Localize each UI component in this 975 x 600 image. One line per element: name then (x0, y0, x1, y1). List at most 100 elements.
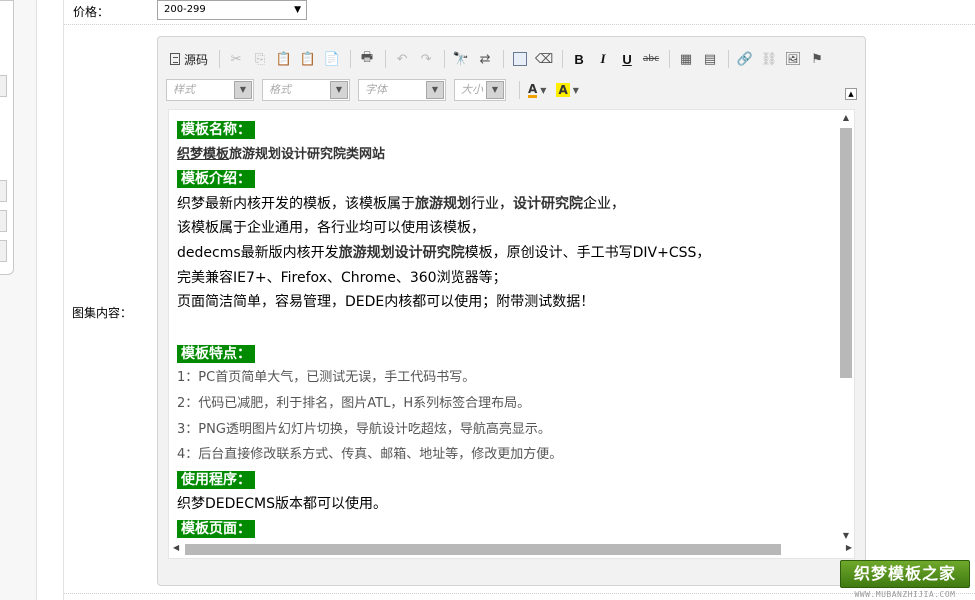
copy-icon[interactable]: ⎘ (249, 48, 271, 70)
intro-line-2: 该模板属于企业通用，各行业均可以使用该模板， (177, 220, 485, 237)
vertical-scrollbar[interactable]: ▲ ▼ (837, 110, 854, 542)
paste-text-icon[interactable]: 📋 (297, 48, 319, 70)
scroll-down-icon[interactable]: ▼ (840, 531, 852, 540)
chevron-down-icon: ▼ (540, 85, 547, 95)
horizontal-rule-icon[interactable]: ▤ (699, 48, 721, 70)
heading-template-pages: 模板页面： (177, 519, 255, 538)
intro-line-5: 页面简洁简单，容易管理，DEDE内核都可以使用；附带测试数据！ (177, 294, 595, 311)
toolbar-separator (350, 50, 352, 68)
font-select-placeholder: 字体 (365, 83, 387, 96)
underline-button[interactable]: U (616, 48, 638, 70)
editor-content-area[interactable]: 模板名称： 织梦模板旅游规划设计研究院类网站 模板介绍： 织梦最新内核开发的模板… (168, 109, 855, 559)
strikethrough-button[interactable]: abc (640, 48, 662, 70)
program-line: 织梦DEDECMS版本都可以使用。 (177, 496, 387, 513)
toolbar-separator (669, 50, 671, 68)
intro-line-3b: 旅游规划设计研究院 (338, 244, 465, 261)
bg-color-button[interactable]: A ▼ (553, 79, 581, 101)
image-icon[interactable]: 🖼 (782, 48, 804, 70)
scroll-left-icon[interactable]: ◀ (173, 543, 179, 552)
heading-template-features: 模板特点： (177, 344, 255, 363)
left-tab-3[interactable] (0, 210, 7, 232)
source-icon (170, 53, 180, 65)
intro-line-1d: 设计研究院 (513, 195, 583, 212)
column-divider (63, 0, 64, 600)
chevron-down-icon: ▼ (330, 81, 348, 99)
bg-color-icon: A (556, 83, 570, 97)
heading-template-name: 模板名称： (177, 121, 255, 139)
find-icon[interactable]: 🔭 (450, 48, 472, 70)
collapse-toolbar-button[interactable]: ▲ (845, 88, 857, 100)
bold-button[interactable]: B (568, 48, 590, 70)
horizontal-scrollbar[interactable]: ◀ ▶ (169, 540, 854, 558)
intro-line-1b: 旅游规划 (415, 195, 471, 212)
row-divider (64, 24, 975, 25)
link-icon[interactable]: 🔗 (734, 48, 756, 70)
redo-icon[interactable]: ↷ (415, 48, 437, 70)
left-panel (0, 0, 14, 275)
horizontal-scroll-thumb[interactable] (185, 544, 781, 555)
italic-button[interactable]: I (592, 48, 614, 70)
template-name-link[interactable]: 织梦模板 (177, 147, 229, 162)
text-color-button[interactable]: A ▼ (525, 79, 549, 101)
replace-icon[interactable]: ⇄ (474, 48, 496, 70)
gallery-content-label: 图集内容： (72, 306, 133, 320)
price-label: 价格： (73, 5, 110, 19)
font-select[interactable]: 字体 ▼ (358, 79, 446, 101)
source-button-label: 源码 (184, 52, 209, 67)
paste-word-icon[interactable]: 📄 (321, 48, 343, 70)
size-select[interactable]: 大小 ▼ (454, 79, 506, 101)
toolbar-separator (385, 50, 387, 68)
chevron-down-icon: ▼ (486, 81, 504, 99)
rich-text-editor: 源码 ✂ ⎘ 📋 📋 📄 🖶 ↶ ↷ 🔭 ⇄ ⌫ B I U abc ▦ ▤ 🔗… (157, 36, 866, 586)
price-select[interactable]: 200-299 ▼ (157, 0, 307, 20)
intro-line-3a: dedecms最新版内核开发 (177, 244, 339, 261)
toolbar-separator (219, 50, 221, 68)
watermark-logo: 织梦模板之家 (840, 560, 970, 588)
format-select-placeholder: 格式 (269, 83, 291, 96)
feature-line-1: 1：PC首页简单大气，已测试无误，手工代码书写。 (177, 370, 476, 386)
undo-icon[interactable]: ↶ (391, 48, 413, 70)
intro-line-4: 完美兼容IE7+、Firefox、Chrome、360浏览器等； (177, 269, 507, 286)
chevron-down-icon: ▼ (426, 81, 444, 99)
select-all-icon[interactable] (509, 48, 531, 70)
toolbar-separator (519, 81, 520, 99)
vertical-scroll-thumb[interactable] (840, 128, 852, 378)
style-select[interactable]: 样式 ▼ (166, 79, 254, 101)
unlink-icon[interactable]: ⛓ (758, 48, 780, 70)
editor-toolbar-row-2: 样式 ▼ 格式 ▼ 字体 ▼ 大小 ▼ A ▼ A ▼ (166, 77, 586, 103)
paste-icon[interactable]: 📋 (273, 48, 295, 70)
template-name-text: 旅游规划设计研究院类网站 (229, 146, 386, 162)
feature-line-4: 4：后台直接修改联系方式、传真、邮箱、地址等，修改更加方便。 (177, 447, 563, 463)
format-select[interactable]: 格式 ▼ (262, 79, 350, 101)
left-tab-4[interactable] (0, 240, 7, 262)
style-select-placeholder: 样式 (173, 83, 195, 96)
cut-icon[interactable]: ✂ (225, 48, 247, 70)
watermark-url: WWW.MUBANZHIJIA.COM (854, 590, 956, 599)
anchor-flag-icon[interactable]: ⚑ (806, 48, 828, 70)
toolbar-separator (728, 50, 730, 68)
heading-program: 使用程序： (177, 470, 255, 489)
chevron-down-icon: ▼ (234, 81, 252, 99)
row-divider-bottom (64, 593, 975, 594)
left-tab-1[interactable] (0, 75, 7, 97)
table-icon[interactable]: ▦ (675, 48, 697, 70)
scroll-right-icon[interactable]: ▶ (846, 543, 852, 552)
editor-toolbar-row-1: 源码 ✂ ⎘ 📋 📋 📄 🖶 ↶ ↷ 🔭 ⇄ ⌫ B I U abc ▦ ▤ 🔗… (166, 46, 830, 72)
text-color-icon: A (528, 81, 538, 98)
left-tab-2[interactable] (0, 180, 7, 202)
print-icon[interactable]: 🖶 (356, 48, 378, 70)
intro-line-1c: 行业， (471, 195, 513, 212)
intro-line-1a: 织梦最新内核开发的模板，该模板属于 (177, 195, 415, 212)
toolbar-separator (562, 50, 564, 68)
remove-format-icon[interactable]: ⌫ (533, 48, 555, 70)
chevron-down-icon: ▼ (572, 85, 579, 95)
source-button[interactable]: 源码 (166, 48, 212, 70)
scroll-up-icon[interactable]: ▲ (840, 113, 852, 122)
price-select-value: 200-299 (164, 4, 206, 15)
feature-line-2: 2：代码已减肥，利于排名，图片ATL，H系列标签合理布局。 (177, 395, 531, 411)
toolbar-separator (503, 50, 505, 68)
intro-line-1e: 企业， (583, 195, 625, 212)
intro-line-3c: 模板，原创设计、手工书写DIV+CSS， (464, 244, 711, 261)
chevron-down-icon: ▼ (294, 5, 301, 15)
